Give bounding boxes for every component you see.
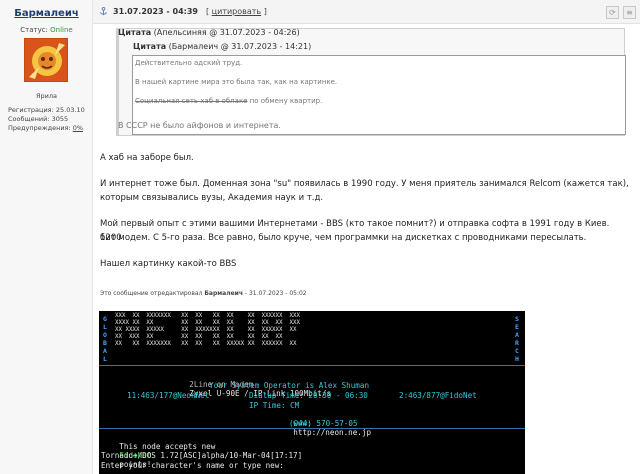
warn-value[interactable]: 0% — [73, 124, 83, 132]
posts-value: 3055 — [51, 115, 69, 123]
node-text: This node accepts new — [119, 442, 216, 451]
avatar-image — [25, 39, 67, 81]
multiquote-icon[interactable]: ≡ — [623, 6, 636, 19]
posts-label: Сообщений: — [8, 115, 50, 123]
vertical-letter: L — [103, 355, 107, 363]
quote-action: [ цитировать ] — [206, 7, 267, 16]
quote-inner-meta: (Бармалеич @ 31.07.2023 - 14:21) — [168, 42, 312, 51]
quote-inner-line-2: В нашей картине мира это была так, как н… — [135, 78, 338, 86]
vertical-letter: L — [103, 323, 107, 331]
terminal-line-3-right: 2:463/877@FidoNet — [399, 391, 477, 400]
quote-label: Цитата — [118, 28, 152, 37]
post-paragraph-3b: бит модем. С 5-го раза. Все равно, было … — [100, 233, 587, 243]
vertical-letter: H — [515, 355, 519, 363]
vertical-letter: A — [103, 347, 107, 355]
vertical-letter: A — [515, 331, 519, 339]
avatar[interactable] — [24, 38, 68, 82]
status-label: Статус: — [20, 26, 48, 34]
www-url: http://neon.ne.jp — [293, 428, 372, 437]
cite-bracket-open: [ — [206, 7, 210, 16]
post-paragraph-4: Нашел картинку какой-то BBS — [100, 259, 237, 269]
edit-author: Бармалеич — [204, 290, 243, 297]
edit-prefix: Это сообщение отредактировал — [100, 290, 203, 297]
terminal-line-6: (044) 570-57-05 — [289, 419, 358, 428]
quote-inner-line-3: Социальная сеть хаб в облаке по обмену к… — [135, 97, 322, 105]
edit-note: Это сообщение отредактировал Бармалеич -… — [100, 290, 307, 297]
reg-value: 25.03.10 — [55, 106, 85, 114]
user-rank: Ярила — [35, 92, 57, 100]
banner-row: XXXX XX XX XX XX XX XX XX XX XX XXX — [115, 320, 300, 326]
banner-row: XXX XX XXXXXXX XX XX XX XX XX XXXXXX XXX — [115, 313, 300, 319]
quote-button[interactable]: цитировать — [212, 7, 261, 16]
terminal-line-8: Tornado+/DOS 1.72[ASC]alpha/10-Mar-04[17… — [101, 451, 303, 460]
post-paragraph-2a: И интернет тоже был. Доменная зона "su" … — [100, 179, 629, 189]
vertical-letter: B — [103, 339, 107, 347]
terminal-line-2: Your System Operator is Alex Shuman — [209, 381, 370, 390]
status-online: Online — [50, 26, 73, 34]
warn-label: Предупреждения: — [8, 124, 71, 132]
report-icon[interactable]: ⟳ — [606, 6, 619, 19]
post-date: 31.07.2023 - 04:39 — [113, 7, 198, 16]
vertical-letter: G — [103, 315, 107, 323]
vertical-label-left: GLOBAL — [101, 315, 109, 363]
quote-inner-label: Цитата — [133, 42, 167, 51]
cite-bracket-close: ] — [263, 7, 267, 16]
post-header: 31.07.2023 - 04:39 [ цитировать ] ⟳ ≡ — [93, 0, 640, 24]
username-link[interactable]: Бармалеич — [0, 8, 93, 19]
terminal-line-4: IP Time: CM — [249, 401, 300, 410]
quote-meta: (Апельсиняя @ 31.07.2023 - 04:26) — [153, 28, 300, 37]
terminal-line-9: Enter your character's name or type new: — [101, 461, 284, 470]
vertical-letter: E — [515, 323, 519, 331]
quote-block-outer: Цитата (Апельсиняя @ 31.07.2023 - 04:26)… — [116, 28, 626, 136]
vertical-letter: S — [515, 315, 519, 323]
user-stats: Регистрация: 25.03.10 Сообщений: 3055 Пр… — [8, 106, 85, 133]
edit-suffix: - 31.07.2023 - 05:02 — [244, 290, 307, 297]
quote-inner-line-3-rest: по обмену квартир. — [249, 97, 323, 105]
quote-inner-line-1: Действительно адский труд. — [135, 59, 243, 67]
reg-label: Регистрация: — [8, 106, 54, 114]
banner-row: XX XXXX XXXXX XX XXXXXXX XX XX XXXXXX XX — [115, 327, 300, 333]
quote-inner-header: Цитата (Бармалеич @ 31.07.2023 - 14:21) — [133, 42, 311, 51]
post-link-icon[interactable] — [99, 7, 108, 16]
strikethrough-text: Социальная сеть хаб в облаке — [135, 97, 248, 105]
bbs-banner: XXX XX XXXXXXX XX XX XX XX XX XXXXXX XXX… — [115, 313, 507, 348]
banner-row: XX XX XXXXXXX XX XX XX XXXXX XX XXXXXX X… — [115, 341, 300, 347]
divider — [99, 428, 525, 429]
user-sidebar: Бармалеич Статус: Online Ярила Регистрац… — [0, 0, 93, 474]
quote-outer-text: В СССР не было айфонов и интернета. — [118, 121, 281, 130]
vertical-letter: O — [103, 331, 107, 339]
vertical-label-right: SEARCH — [513, 315, 521, 363]
banner-row: XX XXX XX XX XX XX XX XX XX XX — [115, 334, 300, 340]
post-paragraph-1: А хаб на заборе был. — [100, 153, 194, 163]
vertical-letter: R — [515, 339, 519, 347]
divider — [99, 365, 525, 366]
user-status: Статус: Online — [0, 26, 93, 34]
vertical-letter: C — [515, 347, 519, 355]
post-paragraph-2b: которым связывались вузы, Академия наук … — [100, 193, 324, 203]
bbs-screenshot: GLOBAL SEARCH XXX XX XXXXXXX XX XX XX XX… — [99, 311, 525, 474]
quote-outer-header: Цитата (Апельсиняя @ 31.07.2023 - 04:26) — [118, 28, 300, 37]
terminal-line-3-left: 11:463/177@NeonNet — [127, 391, 210, 400]
terminal-line-3-mid: Dialup Time: 20:30 - 06:30 — [249, 391, 368, 400]
